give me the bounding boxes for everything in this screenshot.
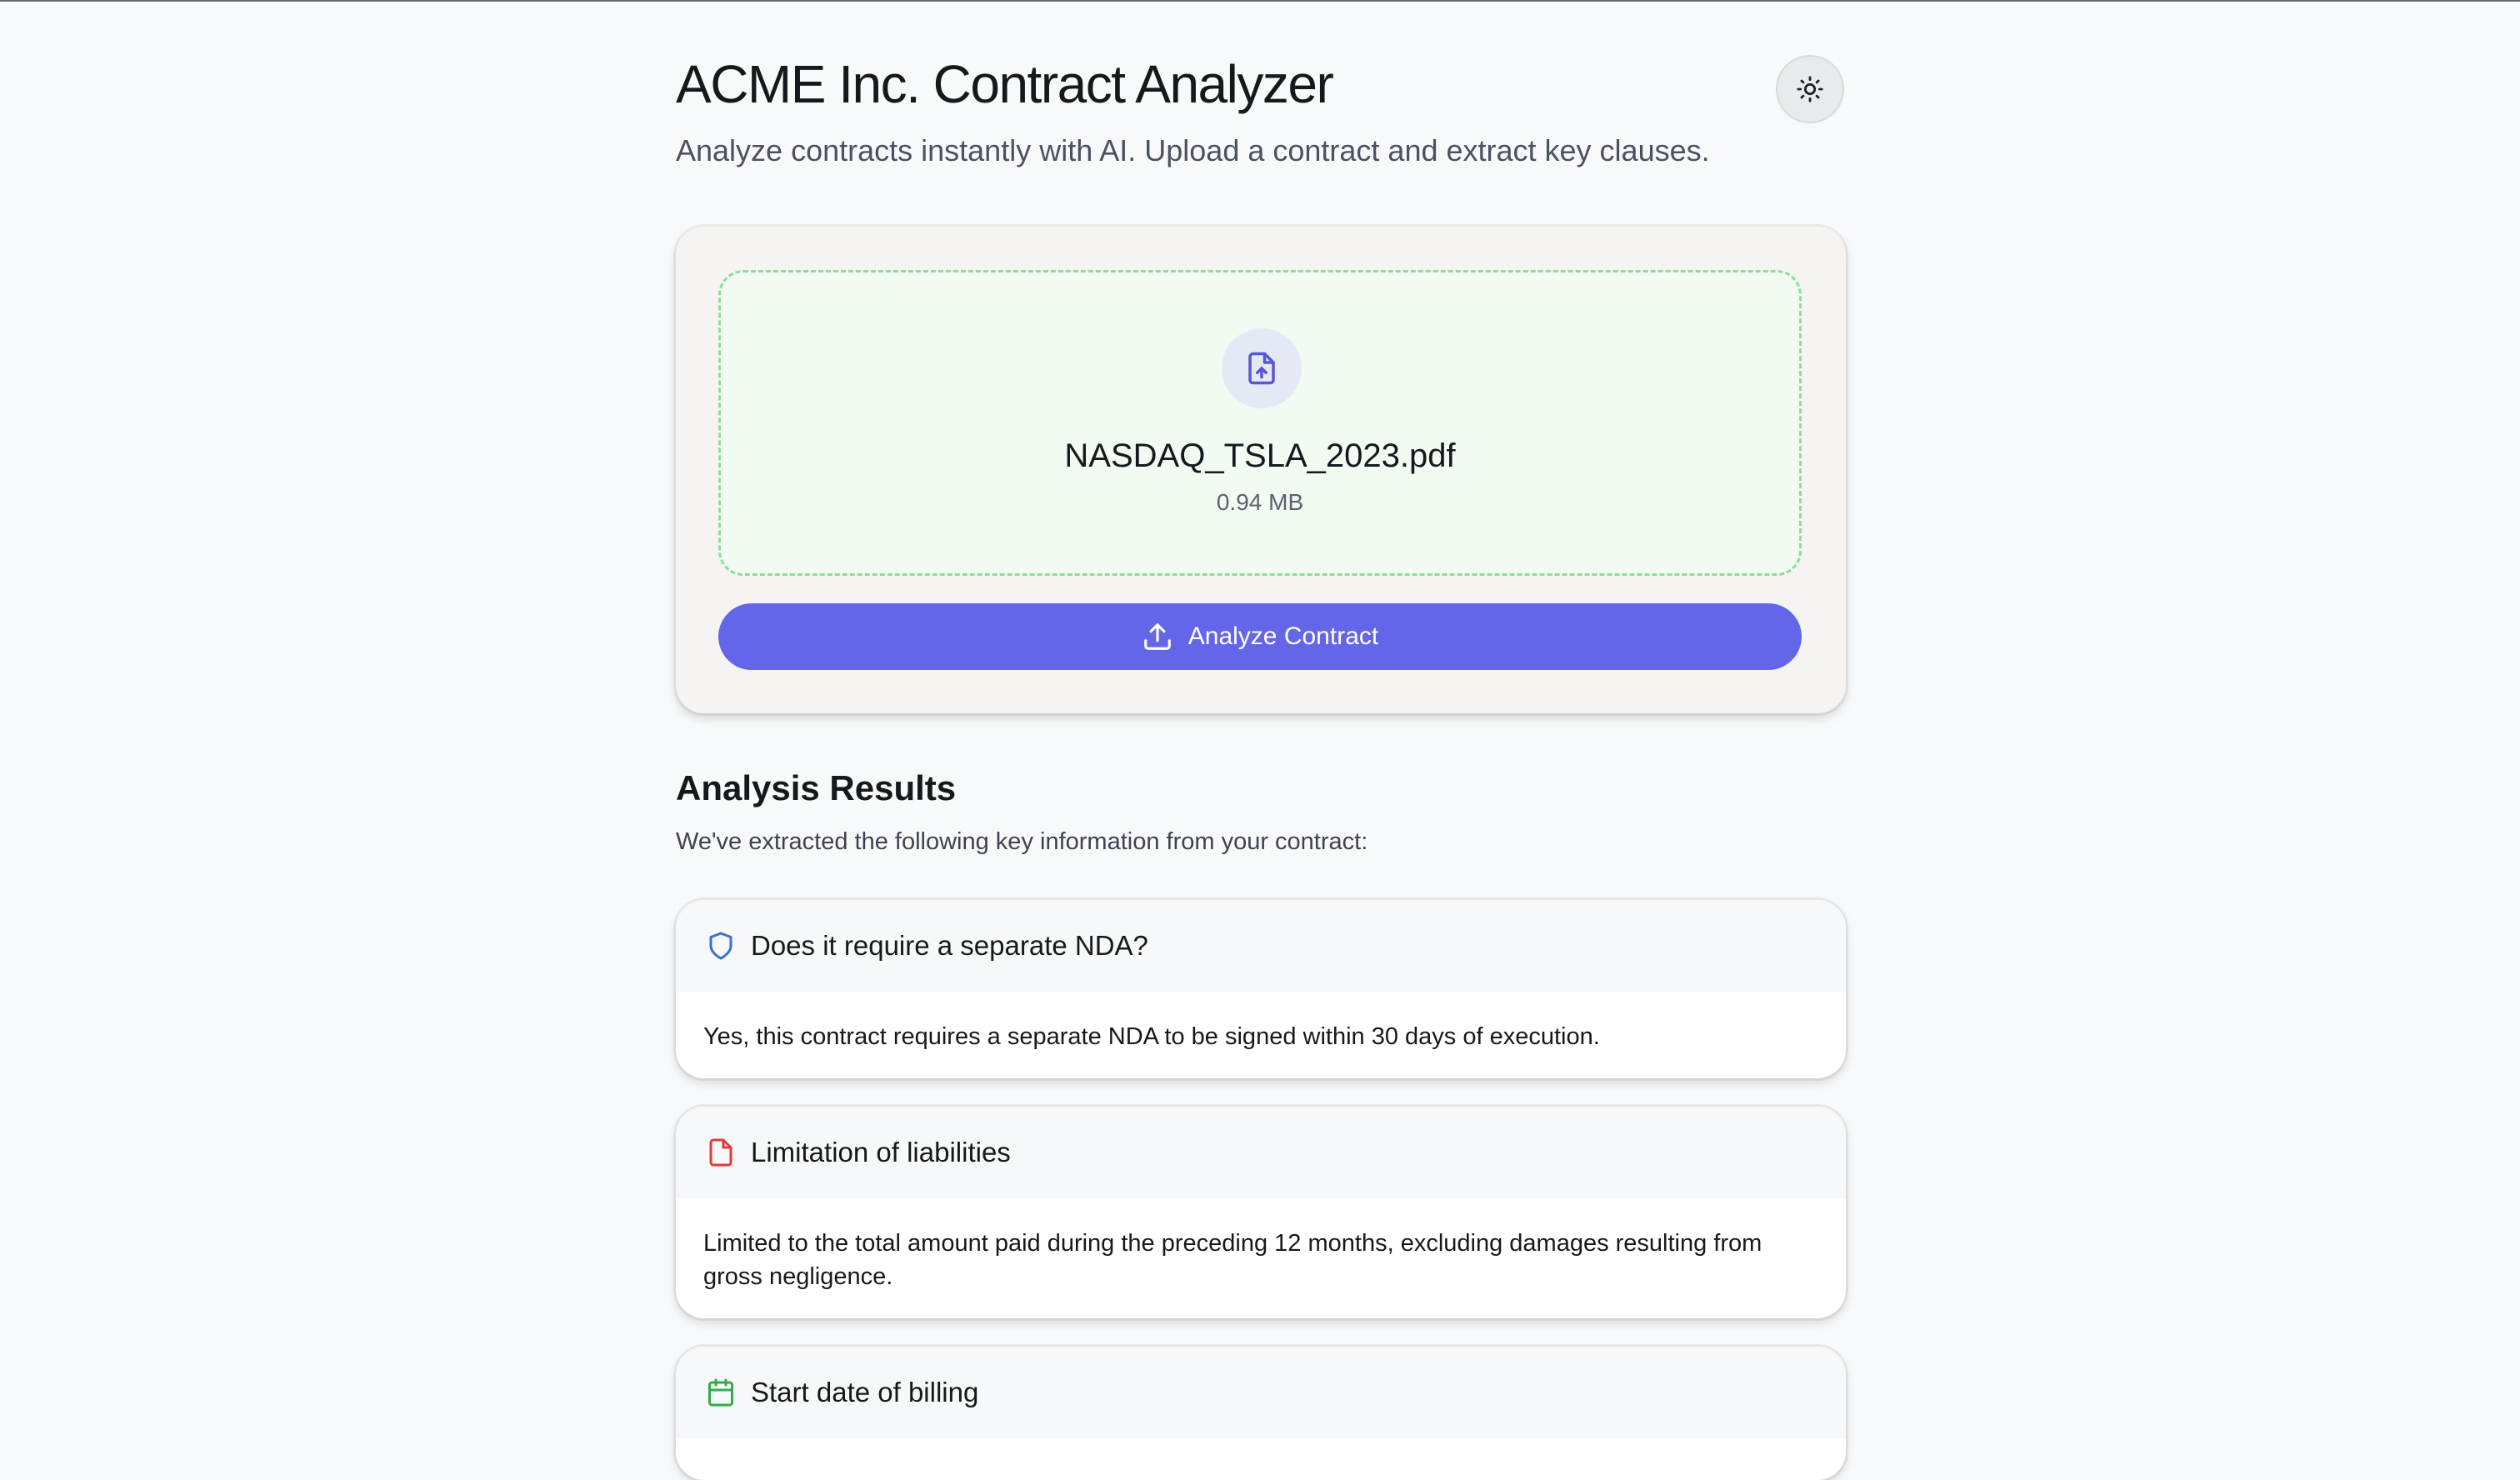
result-answer: Limited to the total amount paid during … xyxy=(703,1230,1762,1290)
file-upload-icon xyxy=(1244,351,1279,386)
results-title: Analysis Results xyxy=(676,768,957,808)
analyze-contract-button[interactable]: Analyze Contract xyxy=(718,603,1802,670)
page-header: ACME Inc. Contract Analyzer Analyze cont… xyxy=(676,0,1846,225)
result-card-nda: Does it require a separate NDA? Yes, thi… xyxy=(676,900,1846,1078)
result-card-header[interactable]: Limitation of liabilities xyxy=(676,1107,1846,1198)
page-subtitle: Analyze contracts instantly with AI. Upl… xyxy=(676,133,1710,168)
result-card-header[interactable]: Does it require a separate NDA? xyxy=(676,900,1846,992)
shield-icon xyxy=(706,930,736,962)
uploaded-file-name: NASDAQ_TSLA_2023.pdf xyxy=(1064,438,1456,474)
upload-card: NASDAQ_TSLA_2023.pdf 0.94 MB Analyze Con… xyxy=(676,227,1846,713)
theme-toggle-button[interactable] xyxy=(1776,55,1844,123)
result-answer: Yes, this contract requires a separate N… xyxy=(703,1023,1600,1050)
sun-icon xyxy=(1796,75,1824,103)
result-card-header[interactable]: Start date of billing xyxy=(676,1347,1846,1438)
result-question: Does it require a separate NDA? xyxy=(751,930,1148,961)
analyze-button-label: Analyze Contract xyxy=(1188,622,1379,650)
results-subtitle: We've extracted the following key inform… xyxy=(676,828,1368,855)
upload-icon xyxy=(1142,621,1173,652)
page-title: ACME Inc. Contract Analyzer xyxy=(676,54,1334,114)
file-dropzone[interactable]: NASDAQ_TSLA_2023.pdf 0.94 MB xyxy=(718,270,1802,576)
uploaded-file-size: 0.94 MB xyxy=(1216,489,1304,515)
result-question: Start date of billing xyxy=(751,1377,979,1408)
file-icon-badge xyxy=(1222,328,1302,408)
result-question: Limitation of liabilities xyxy=(751,1137,1011,1168)
result-card-billing: Start date of billing xyxy=(676,1347,1846,1480)
document-icon xyxy=(706,1137,736,1168)
main-container: ACME Inc. Contract Analyzer Analyze cont… xyxy=(676,0,1846,1480)
calendar-icon xyxy=(706,1377,736,1408)
result-card-liabilities: Limitation of liabilities Limited to the… xyxy=(676,1107,1846,1318)
